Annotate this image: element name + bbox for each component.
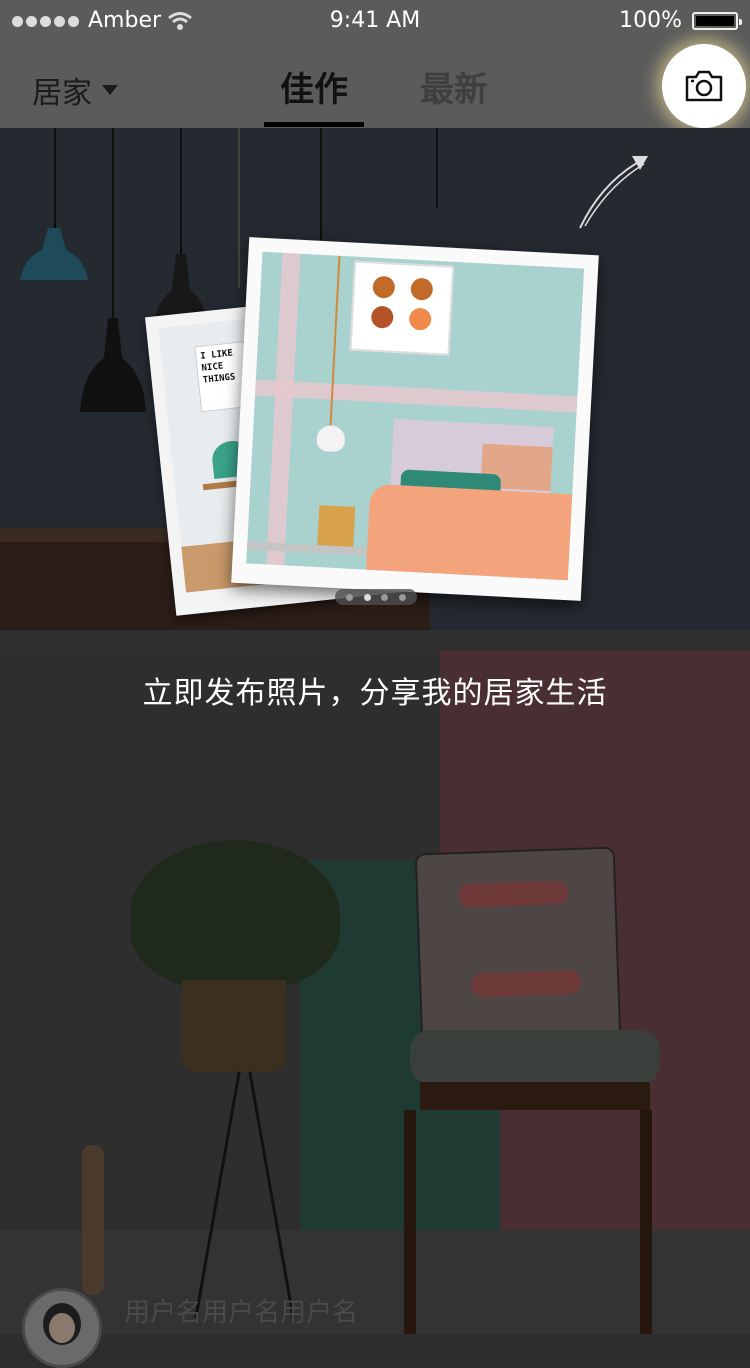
bed-image [365,483,573,581]
folded-blanket [410,1030,660,1084]
active-tab-indicator [264,122,364,127]
art-print-image [349,260,455,356]
tab-best[interactable]: 佳作 [264,62,364,111]
pager-dot [399,593,407,601]
camera-icon [685,70,723,102]
nav-bar: 居家 佳作 最新 [0,44,750,128]
pendant-lamp-image [20,228,88,280]
decor-object [82,1145,104,1295]
pendant-lamp-image [80,318,146,412]
battery-icon [692,12,742,30]
cushion-image [414,846,622,1048]
battery-percent: 100% [619,8,682,33]
onboarding-prompt: 立即发布照片，分享我的居家生活 [142,676,608,711]
sample-photo-front [231,237,599,601]
arrow-icon [579,156,648,229]
tab-new[interactable]: 最新 [404,62,504,111]
onboarding-banner: I LIKE NICE THINGS [0,128,750,630]
chair-leg [404,1110,416,1334]
chair-leg [640,1110,652,1334]
camera-button[interactable] [662,44,746,128]
pager-dot [381,593,389,601]
avatar[interactable] [22,1288,102,1368]
lamp-cord [54,128,56,238]
pager-dot [363,593,371,601]
category-label: 居家 [32,76,92,111]
carousel-pager [335,589,417,605]
username[interactable]: 用户名用户名用户名 [124,1292,358,1329]
status-bar: Amber 9:41 AM 100% [0,0,750,44]
plant-pot [182,980,286,1072]
plant-image [130,840,340,990]
feed-card[interactable] [0,650,750,1334]
pendant-lamp-image [316,424,346,453]
chevron-down-icon [102,85,118,95]
pager-dot [345,593,353,601]
category-selector[interactable]: 居家 [32,68,118,112]
chair-seat [420,1082,650,1110]
